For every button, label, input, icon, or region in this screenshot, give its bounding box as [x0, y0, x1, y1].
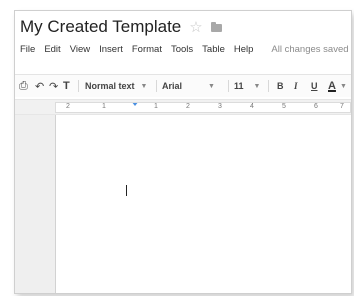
menu-tools[interactable]: Tools	[171, 44, 193, 55]
style-dropdown[interactable]: Normal text ▼	[85, 75, 147, 97]
menu-insert[interactable]: Insert	[99, 44, 123, 55]
ruler-label: 4	[250, 103, 254, 110]
indent-marker[interactable]	[131, 103, 139, 106]
ruler-strip: 2 1 1 2 3 4 5 6 7	[15, 99, 351, 115]
star-icon[interactable]: ☆	[189, 18, 202, 36]
toolbar-divider	[78, 80, 79, 92]
text-cursor	[126, 185, 127, 196]
document-title[interactable]: My Created Template	[20, 17, 181, 37]
docs-window: My Created Template ☆ File Edit View Ins…	[14, 10, 352, 294]
style-value: Normal text	[85, 81, 135, 91]
print-icon[interactable]: ⎙	[19, 75, 28, 97]
font-size-dropdown[interactable]: 11 ▼	[234, 75, 260, 97]
redo-icon[interactable]: ↷	[49, 75, 58, 97]
toolbar-divider	[228, 80, 229, 92]
font-dropdown[interactable]: Arial ▼	[162, 75, 215, 97]
chevron-down-icon[interactable]: ▼	[340, 75, 347, 97]
menu-edit[interactable]: Edit	[44, 44, 60, 55]
menu-table[interactable]: Table	[202, 44, 225, 55]
italic-button[interactable]: I	[294, 75, 298, 97]
ruler-label: 1	[102, 103, 106, 110]
ruler-label: 1	[154, 103, 158, 110]
chevron-down-icon: ▼	[140, 82, 148, 90]
chevron-down-icon: ▼	[253, 82, 261, 90]
chevron-down-icon: ▼	[208, 82, 215, 90]
menu-help[interactable]: Help	[234, 44, 254, 55]
ruler-label: 7	[340, 103, 344, 110]
toolbar: ⎙ ↶ ↷ T Normal text ▼ Arial ▼ 11 ▼ B I U…	[15, 74, 351, 97]
toolbar-divider	[268, 80, 269, 92]
menu-bar: File Edit View Insert Format Tools Table…	[20, 41, 349, 57]
folder-icon[interactable]	[210, 22, 222, 32]
menu-format[interactable]: Format	[132, 44, 162, 55]
ruler-label: 2	[66, 103, 70, 110]
title-bar: My Created Template ☆	[20, 15, 222, 39]
underline-button[interactable]: U	[311, 75, 318, 97]
ruler[interactable]: 2 1 1 2 3 4 5 6 7	[55, 102, 351, 113]
ruler-label: 2	[186, 103, 190, 110]
paint-format-icon[interactable]: T	[63, 75, 70, 97]
menu-view[interactable]: View	[70, 44, 90, 55]
document-canvas	[15, 115, 351, 293]
font-value: Arial	[162, 81, 183, 91]
undo-icon[interactable]: ↶	[35, 75, 44, 97]
bold-button[interactable]: B	[277, 75, 284, 97]
save-status: All changes saved	[271, 43, 349, 55]
ruler-label: 3	[218, 103, 222, 110]
font-size-value: 11	[234, 81, 244, 91]
ruler-label: 5	[282, 103, 286, 110]
document-page[interactable]	[55, 115, 351, 293]
ruler-label: 6	[314, 103, 318, 110]
toolbar-divider	[156, 80, 157, 92]
text-color-button[interactable]: A	[328, 75, 336, 97]
menu-file[interactable]: File	[20, 44, 35, 55]
